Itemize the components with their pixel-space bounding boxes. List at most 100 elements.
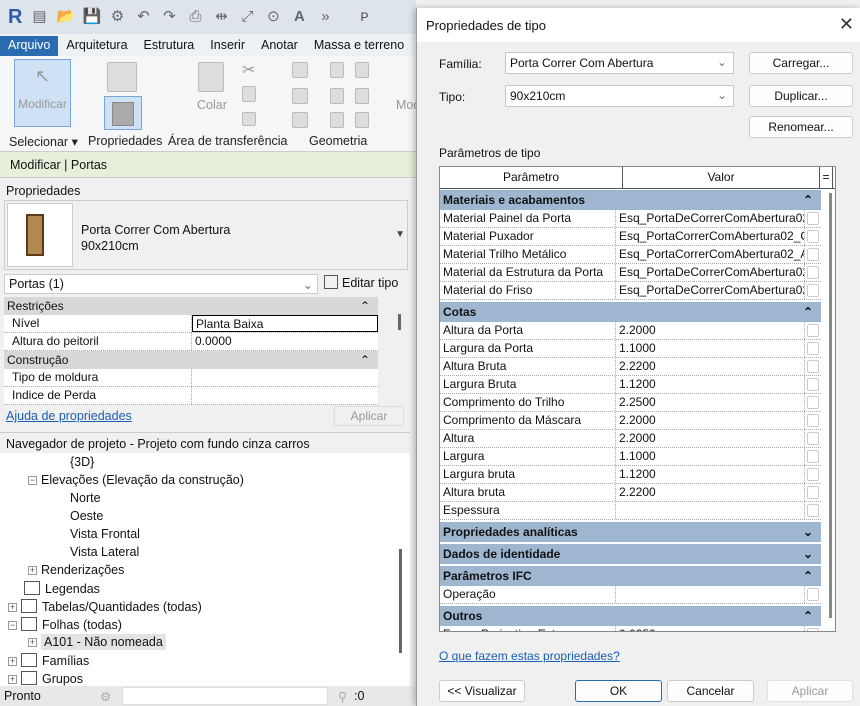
tree-item-renderizacoes[interactable]: + Renderizações xyxy=(28,563,124,577)
parameter-group[interactable]: Outros ⌃ xyxy=(440,606,821,626)
tab-arquitetura[interactable]: Arquitetura xyxy=(58,36,135,56)
column-header-formula[interactable]: = xyxy=(820,167,833,188)
modify-button[interactable]: ↖ Modificar xyxy=(14,59,71,127)
match-type-icon[interactable] xyxy=(242,112,256,126)
parameter-value[interactable]: 2.2500 xyxy=(616,394,806,411)
tree-item-a101[interactable]: + A101 - Não nomeada xyxy=(28,634,166,650)
apply-button[interactable]: Aplicar xyxy=(767,680,853,702)
property-row[interactable]: Nível Planta Baixa xyxy=(4,315,378,333)
cut-geometry-icon[interactable] xyxy=(292,88,308,104)
property-value[interactable] xyxy=(192,387,378,404)
associate-parameter-button[interactable] xyxy=(807,468,819,481)
workset-dropdown[interactable] xyxy=(122,687,328,705)
join-geometry-icon[interactable] xyxy=(292,112,308,128)
more-icon[interactable]: » xyxy=(316,8,334,26)
worksets-icon[interactable]: ⚙ xyxy=(100,689,111,704)
table-row[interactable]: Material Trilho Metálico Esq_PortaCorrerC… xyxy=(440,246,821,264)
tab-estrutura[interactable]: Estrutura xyxy=(136,36,203,56)
folder-open-icon[interactable]: 📂 xyxy=(56,8,75,26)
parameter-value[interactable]: 0.0250 xyxy=(616,626,806,631)
associate-parameter-button[interactable] xyxy=(807,628,819,631)
associate-parameter-button[interactable] xyxy=(807,284,819,297)
property-row[interactable]: Indice de Perda xyxy=(4,387,378,405)
table-row[interactable]: Largura Bruta 1.1200 xyxy=(440,376,821,394)
parameter-value[interactable]: 1.1200 xyxy=(616,466,806,483)
properties-help-link[interactable]: O que fazem estas propriedades? xyxy=(439,649,620,663)
associate-parameter-button[interactable] xyxy=(807,396,819,409)
tree-item-oeste[interactable]: Oeste xyxy=(70,509,103,523)
cancel-button[interactable]: Cancelar xyxy=(667,680,754,702)
table-row[interactable]: Largura da Porta 1.1000 xyxy=(440,340,821,358)
associate-parameter-button[interactable] xyxy=(807,378,819,391)
parameter-group[interactable]: Materiais e acabamentos ⌃ xyxy=(440,190,821,210)
table-row[interactable]: Operação xyxy=(440,586,821,604)
tree-item-3d[interactable]: {3D} xyxy=(70,455,94,469)
tree-item-familias[interactable]: + Famílias xyxy=(8,653,89,668)
table-row[interactable]: Frame Projection Ext0.0250 xyxy=(440,626,821,631)
properties-help-link[interactable]: Ajuda de propriedades xyxy=(6,409,132,423)
parameter-value[interactable]: 2.2000 xyxy=(616,412,806,429)
redo-icon[interactable]: ↷ xyxy=(160,8,178,26)
parameter-group[interactable]: Cotas ⌃ xyxy=(440,302,821,322)
text-icon[interactable]: A xyxy=(290,8,308,26)
tree-item-legendas[interactable]: Legendas xyxy=(24,581,100,596)
table-row[interactable]: Largura bruta 1.1200 xyxy=(440,466,821,484)
associate-parameter-button[interactable] xyxy=(807,342,819,355)
expand-icon[interactable]: + xyxy=(8,657,17,667)
close-icon[interactable]: ✕ xyxy=(839,14,854,35)
open-icon[interactable]: ▤ xyxy=(30,8,48,26)
parameter-group[interactable]: Parâmetros IFC ⌃ xyxy=(440,566,821,586)
parameter-value[interactable]: 1.1000 xyxy=(616,448,806,465)
associate-parameter-button[interactable] xyxy=(807,324,819,337)
expand-icon[interactable]: + xyxy=(28,566,37,576)
property-value[interactable] xyxy=(192,369,378,386)
duplicate-button[interactable]: Duplicar... xyxy=(749,85,853,107)
split-face-icon[interactable] xyxy=(355,62,369,78)
group-construcao[interactable]: Construção ⌃ xyxy=(4,351,378,369)
tag-icon[interactable]: ⊙ xyxy=(264,8,282,26)
parameter-group[interactable]: Propriedades analíticas ⌄ xyxy=(440,522,821,542)
sync-icon[interactable]: ⚙ xyxy=(108,8,126,26)
tree-item-folhas[interactable]: − Folhas (todas) xyxy=(8,617,122,632)
paste-button[interactable]: Colar xyxy=(197,98,227,112)
ok-button[interactable]: OK xyxy=(575,680,662,702)
parameter-value[interactable]: 2.2000 xyxy=(616,322,806,339)
tab-massa-terreno[interactable]: Massa e terreno xyxy=(306,36,412,56)
tab-arquivo[interactable]: Arquivo xyxy=(0,36,59,56)
parameter-group[interactable]: Dados de identidade ⌄ xyxy=(440,544,821,564)
instance-filter-dropdown[interactable]: Portas (1) ⌄ xyxy=(4,274,318,294)
table-row[interactable]: Largura 1.1000 xyxy=(440,448,821,466)
family-dropdown[interactable]: Porta Correr Com Abertura ⌄ xyxy=(505,52,734,74)
group-restricoes[interactable]: Restrições ⌃ xyxy=(4,297,378,315)
paint-icon[interactable] xyxy=(330,112,344,128)
expand-icon[interactable]: + xyxy=(8,603,17,613)
tree-item-elevacoes[interactable]: − Elevações (Elevação da construção) xyxy=(28,473,244,487)
dimension-icon[interactable]: ⤢ xyxy=(238,8,256,26)
measure-icon[interactable]: ⇹ xyxy=(212,8,230,26)
rename-button[interactable]: Renomear... xyxy=(749,116,853,138)
table-row[interactable]: Altura bruta 2.2200 xyxy=(440,484,821,502)
associate-parameter-button[interactable] xyxy=(807,266,819,279)
parameter-value[interactable]: 1.1000 xyxy=(616,340,806,357)
column-header-parameter[interactable]: Parâmetro xyxy=(440,167,623,188)
tab-inserir[interactable]: Inserir xyxy=(202,36,253,56)
wall-joins-icon[interactable] xyxy=(330,88,344,104)
associate-parameter-button[interactable] xyxy=(807,248,819,261)
parameter-value[interactable]: Esq_PortaCorrerComAbertura02_Al xyxy=(616,246,806,263)
property-row[interactable]: Tipo de moldura xyxy=(4,369,378,387)
tab-anotar[interactable]: Anotar xyxy=(253,36,306,56)
associate-parameter-button[interactable] xyxy=(807,360,819,373)
tree-item-vista-lateral[interactable]: Vista Lateral xyxy=(70,545,139,559)
tree-item-grupos[interactable]: + Grupos xyxy=(8,671,83,686)
type-selector[interactable]: Porta Correr Com Abertura 90x210cm ▼ xyxy=(4,200,408,270)
parameter-value[interactable]: 2.2200 xyxy=(616,358,806,375)
filter-icon[interactable]: ⚲ xyxy=(338,689,347,704)
revit-logo-icon[interactable]: R xyxy=(8,6,22,29)
associate-parameter-button[interactable] xyxy=(807,450,819,463)
expand-icon[interactable]: + xyxy=(28,638,37,648)
associate-parameter-button[interactable] xyxy=(807,414,819,427)
table-row[interactable]: Material Puxador Esq_PortaCorrerComAbertu… xyxy=(440,228,821,246)
property-row[interactable]: Altura do peitoril 0.0000 xyxy=(4,333,378,351)
join-icon[interactable] xyxy=(292,62,308,78)
associate-parameter-button[interactable] xyxy=(807,504,819,517)
